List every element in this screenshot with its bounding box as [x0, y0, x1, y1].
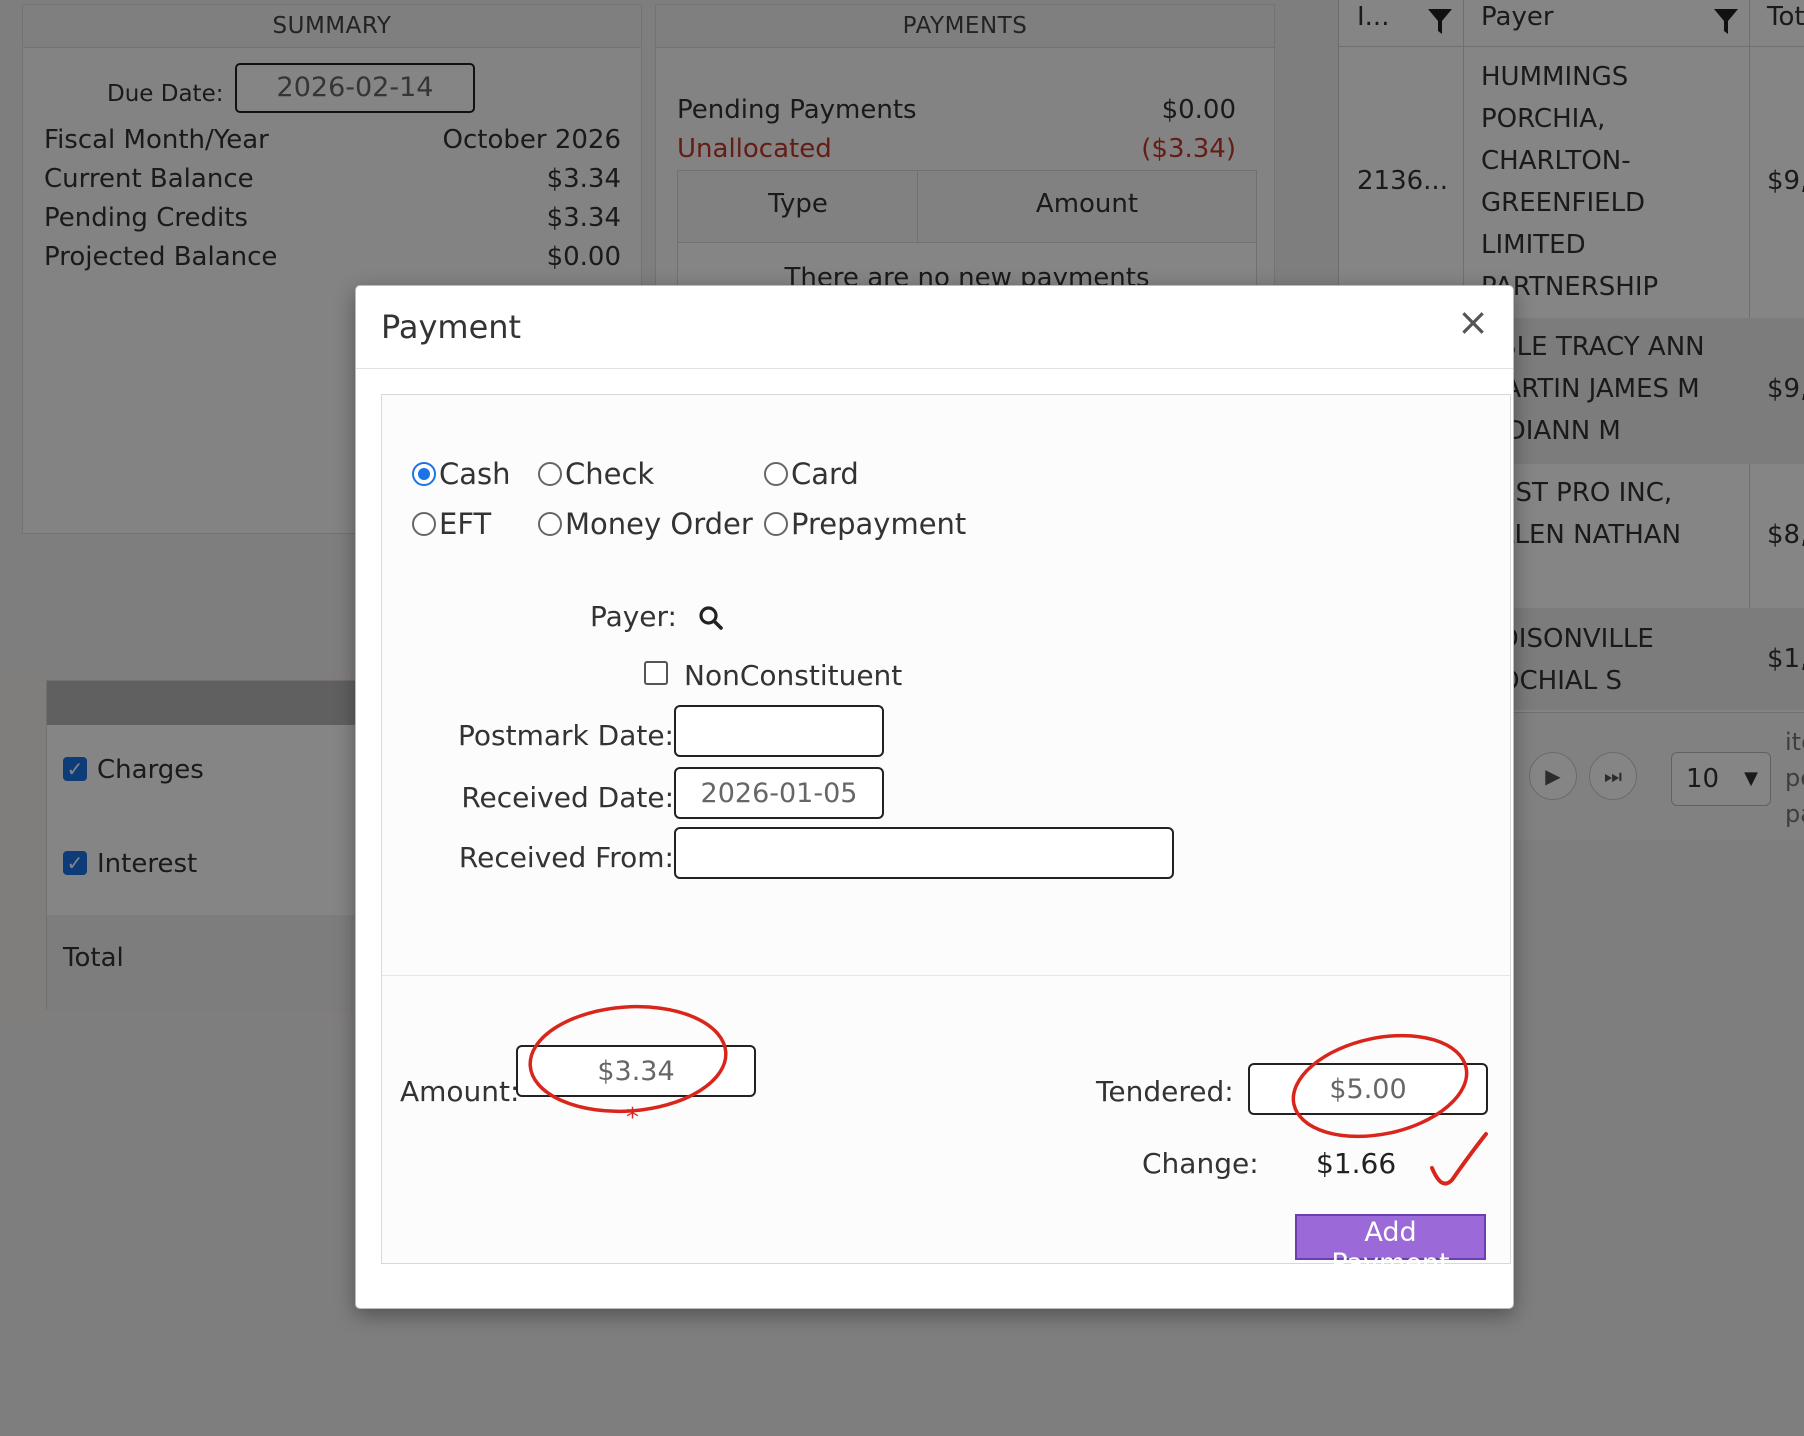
checkmark-annotation: [1430, 1132, 1488, 1186]
annotation-layer: [528, 1004, 1488, 1186]
amount-annotation-circle: [528, 1004, 728, 1114]
tendered-annotation-circle: [1291, 1033, 1469, 1139]
